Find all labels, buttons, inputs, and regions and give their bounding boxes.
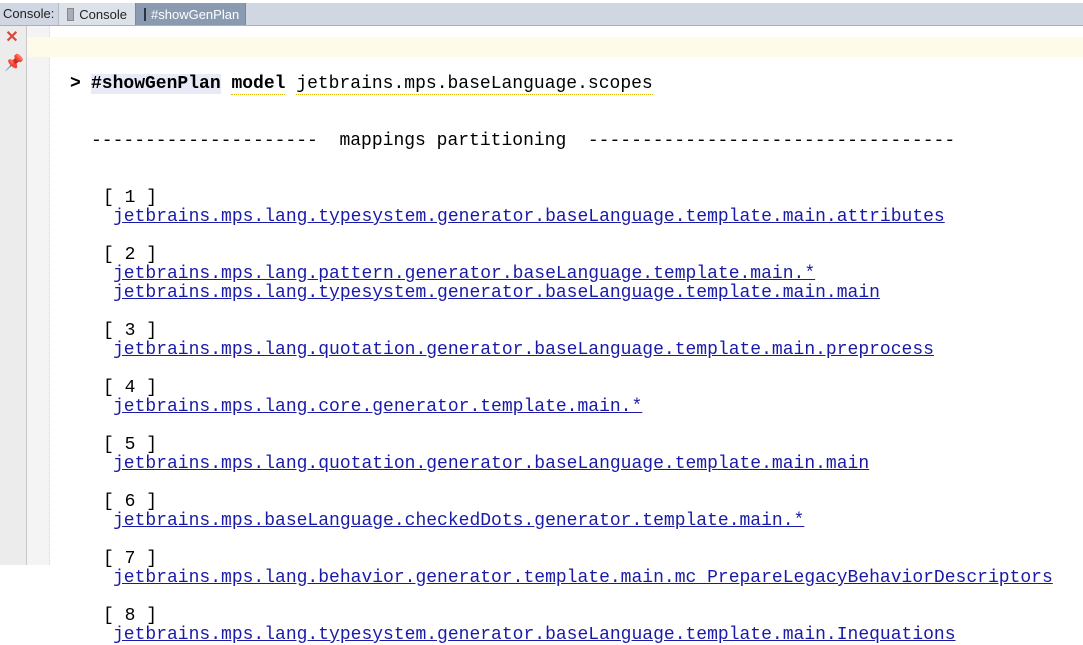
console-icon <box>67 7 75 21</box>
mapping-link[interactable]: jetbrains.mps.lang.core.generator.templa… <box>113 398 642 417</box>
console-tab-bar: Console: Console #showGenPlan <box>0 3 1083 26</box>
group-index: [ 6 ] <box>103 492 158 512</box>
mapping-link[interactable]: jetbrains.mps.lang.typesystem.generator.… <box>113 208 945 227</box>
group-index: [ 2 ] <box>103 245 158 265</box>
tab-console[interactable]: Console <box>58 3 135 25</box>
group-index: [ 3 ] <box>103 321 158 341</box>
command-name: #showGenPlan <box>91 74 221 94</box>
mapping-link[interactable]: jetbrains.mps.lang.pattern.generator.bas… <box>113 265 815 284</box>
mapping-link[interactable]: jetbrains.mps.lang.typesystem.generator.… <box>113 284 880 303</box>
mapping-link[interactable]: jetbrains.mps.lang.typesystem.generator.… <box>113 626 956 645</box>
tab-label: Console <box>79 6 127 22</box>
tab-showgenplan[interactable]: #showGenPlan <box>135 3 246 25</box>
mapping-link[interactable]: jetbrains.mps.baseLanguage.checkedDots.g… <box>113 512 804 531</box>
group-index: [ 4 ] <box>103 378 158 398</box>
group-index: [ 5 ] <box>103 435 158 455</box>
group-index: [ 8 ] <box>103 606 158 626</box>
group-index: [ 7 ] <box>103 549 158 569</box>
group-index: [ 1 ] <box>103 188 158 208</box>
command-argument: jetbrains.mps.baseLanguage.scopes <box>296 74 653 95</box>
mapping-link[interactable]: jetbrains.mps.lang.quotation.generator.b… <box>113 341 934 360</box>
console-label: Console: <box>3 6 55 21</box>
command-keyword: model <box>231 74 286 95</box>
tab-label: #showGenPlan <box>151 6 240 22</box>
mapping-link[interactable]: jetbrains.mps.lang.behavior.generator.te… <box>113 569 1053 588</box>
separator: --------------------- mappings partition… <box>91 131 956 151</box>
current-line-highlight <box>27 37 1083 57</box>
mapping-link[interactable]: jetbrains.mps.lang.quotation.generator.b… <box>113 455 869 474</box>
command-line[interactable]: > #showGenPlan model jetbrains.mps.baseL… <box>0 74 653 95</box>
console-output[interactable]: > #showGenPlan model jetbrains.mps.baseL… <box>0 37 1053 645</box>
prompt: > <box>70 74 81 94</box>
terminal-icon <box>144 7 146 21</box>
